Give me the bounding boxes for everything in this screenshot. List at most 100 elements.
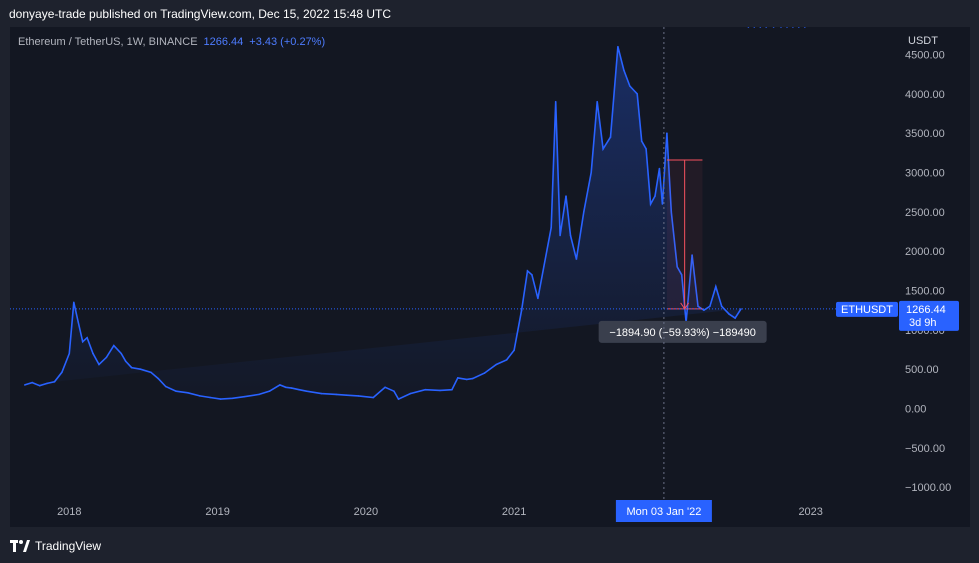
- price-point: [92, 352, 94, 355]
- currency-label: USDT: [908, 35, 938, 47]
- last-price-tag: 1266.44: [906, 304, 946, 316]
- price-point: [780, 27, 782, 28]
- price-value: 1266.44: [203, 36, 244, 48]
- y-tick-label: −1000.00: [905, 482, 951, 494]
- price-point: [792, 27, 794, 28]
- price-point: [753, 27, 756, 28]
- price-point: [372, 396, 375, 399]
- price-point: [305, 390, 308, 393]
- price-point: [290, 387, 293, 389]
- price-point: [113, 344, 115, 347]
- price-point: [120, 352, 122, 355]
- y-tick-label: 3500.00: [905, 128, 945, 140]
- price-point: [409, 392, 412, 395]
- price-point: [424, 388, 427, 391]
- price-point: [46, 382, 48, 385]
- price-point: [495, 363, 498, 366]
- price-point: [720, 305, 723, 308]
- price-point: [596, 100, 598, 103]
- y-tick-label: 0.00: [905, 404, 926, 416]
- price-point: [457, 377, 459, 379]
- price-point: [623, 69, 625, 72]
- price-point: [759, 27, 762, 28]
- tradingview-logo[interactable]: TradingView: [10, 539, 101, 553]
- x-tick-label: 2018: [57, 506, 81, 518]
- price-point: [130, 366, 133, 369]
- price-point: [602, 148, 604, 150]
- price-point: [219, 398, 222, 400]
- price-point: [543, 266, 545, 268]
- price-point: [393, 390, 395, 393]
- price-point: [38, 384, 41, 387]
- price-point: [526, 270, 529, 272]
- price-point: [187, 392, 189, 394]
- price-point: [199, 395, 201, 397]
- price-area: [24, 46, 742, 400]
- countdown-tag: 3d 9h: [909, 317, 937, 329]
- price-point: [81, 340, 84, 343]
- brand-name: TradingView: [35, 539, 102, 553]
- y-tick-label: −500.00: [905, 443, 945, 455]
- price-point: [786, 27, 788, 28]
- price-point: [661, 203, 664, 205]
- price-point: [765, 27, 767, 28]
- price-point: [550, 226, 552, 229]
- price-point: [31, 381, 33, 384]
- price-point: [164, 385, 167, 388]
- price-point: [537, 297, 539, 300]
- price-point: [531, 274, 533, 276]
- price-point: [451, 388, 453, 391]
- price-point: [798, 27, 800, 28]
- price-point: [397, 398, 400, 400]
- price-point: [98, 363, 100, 366]
- price-point: [654, 195, 656, 197]
- price-point: [465, 378, 468, 381]
- price-point: [77, 321, 79, 323]
- price-point: [728, 313, 730, 315]
- price-point: [345, 394, 348, 397]
- price-point: [335, 393, 338, 396]
- price-point: [505, 359, 508, 361]
- price-point: [569, 234, 572, 237]
- price-point: [471, 377, 474, 380]
- price-point: [645, 148, 647, 150]
- price-point: [320, 392, 323, 395]
- price-point: [24, 384, 26, 386]
- measure-label: −1894.90 (−59.93%) −189490: [609, 327, 756, 339]
- price-point: [666, 132, 668, 134]
- price-point: [209, 396, 211, 399]
- price-point: [804, 27, 806, 28]
- price-point: [175, 390, 177, 393]
- price-point: [513, 349, 515, 352]
- price-point: [734, 317, 736, 319]
- price-point: [740, 308, 742, 310]
- price-point: [709, 305, 711, 308]
- price-point: [105, 356, 108, 359]
- price-point: [617, 45, 619, 48]
- price-point: [583, 211, 585, 213]
- price-point: [609, 136, 612, 138]
- price-point: [636, 93, 638, 95]
- x-tick-label: 2020: [354, 506, 378, 518]
- symbol-tag: ETHUSDT: [841, 304, 893, 316]
- price-point: [68, 352, 71, 355]
- price-point: [124, 360, 127, 363]
- chart-legend[interactable]: Ethereum / TetherUS, 1W, BINANCE 1266.44 +…: [18, 36, 325, 48]
- price-point: [384, 386, 386, 389]
- x-tick-label: 2023: [798, 506, 822, 518]
- price-point: [73, 301, 75, 304]
- x-tick-label: 2021: [502, 506, 526, 518]
- price-point: [157, 377, 160, 380]
- price-point: [61, 371, 63, 374]
- price-point: [559, 234, 561, 237]
- price-point: [575, 258, 578, 260]
- price-point: [703, 309, 705, 312]
- price-point: [86, 336, 88, 339]
- price-point: [243, 395, 246, 398]
- price-point: [231, 397, 234, 400]
- y-tick-label: 4500.00: [905, 50, 945, 62]
- y-tick-label: 4000.00: [905, 89, 945, 101]
- price-point: [285, 386, 287, 389]
- price-chart[interactable]: −1894.90 (−59.93%) −189490 Mon 03 Jan '22…: [10, 27, 970, 527]
- chart-panel[interactable]: −1894.90 (−59.93%) −189490 Mon 03 Jan '22…: [10, 27, 970, 527]
